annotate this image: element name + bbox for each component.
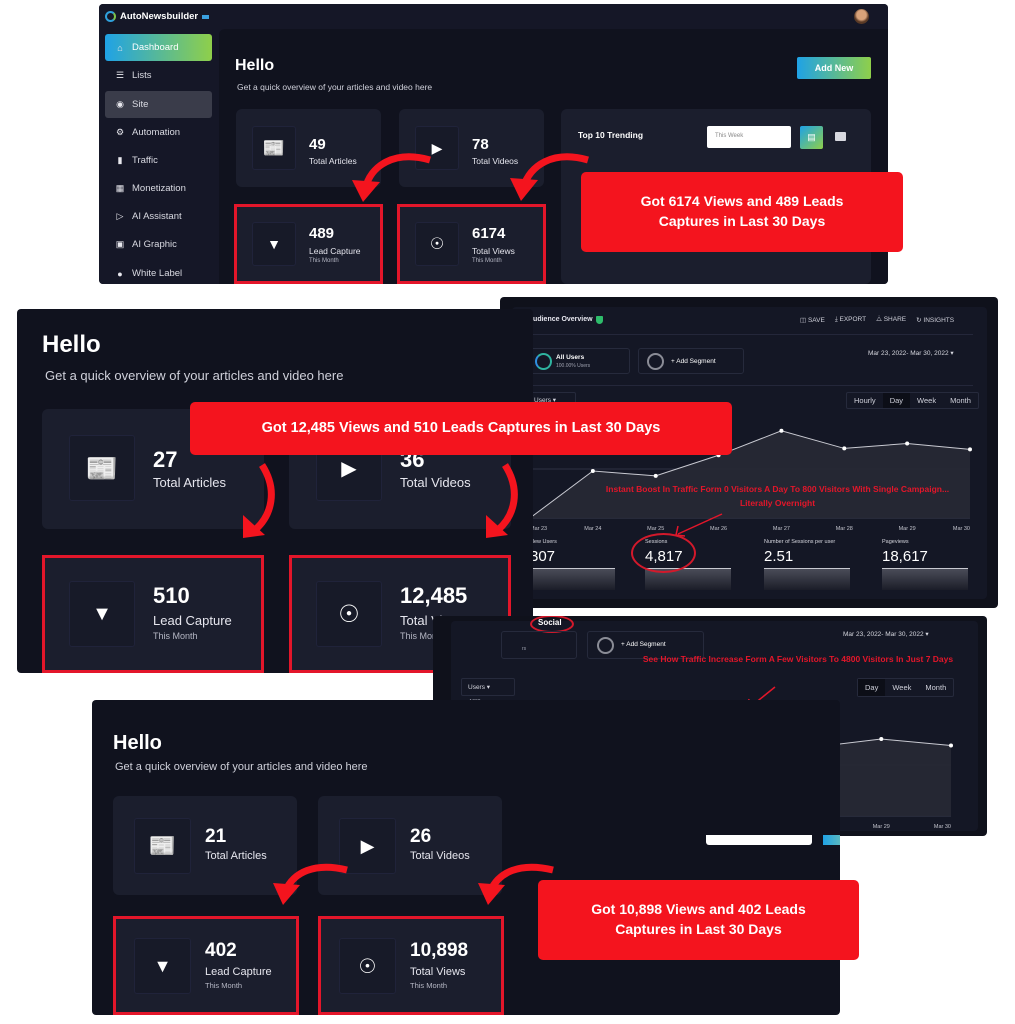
red-arrow-icon xyxy=(478,883,505,905)
red-arrow-icon xyxy=(273,883,300,905)
result-banner-3: Got 10,898 Views and 402 Leads Captures … xyxy=(538,880,859,960)
arrow-graphics-panel3 xyxy=(273,863,554,905)
